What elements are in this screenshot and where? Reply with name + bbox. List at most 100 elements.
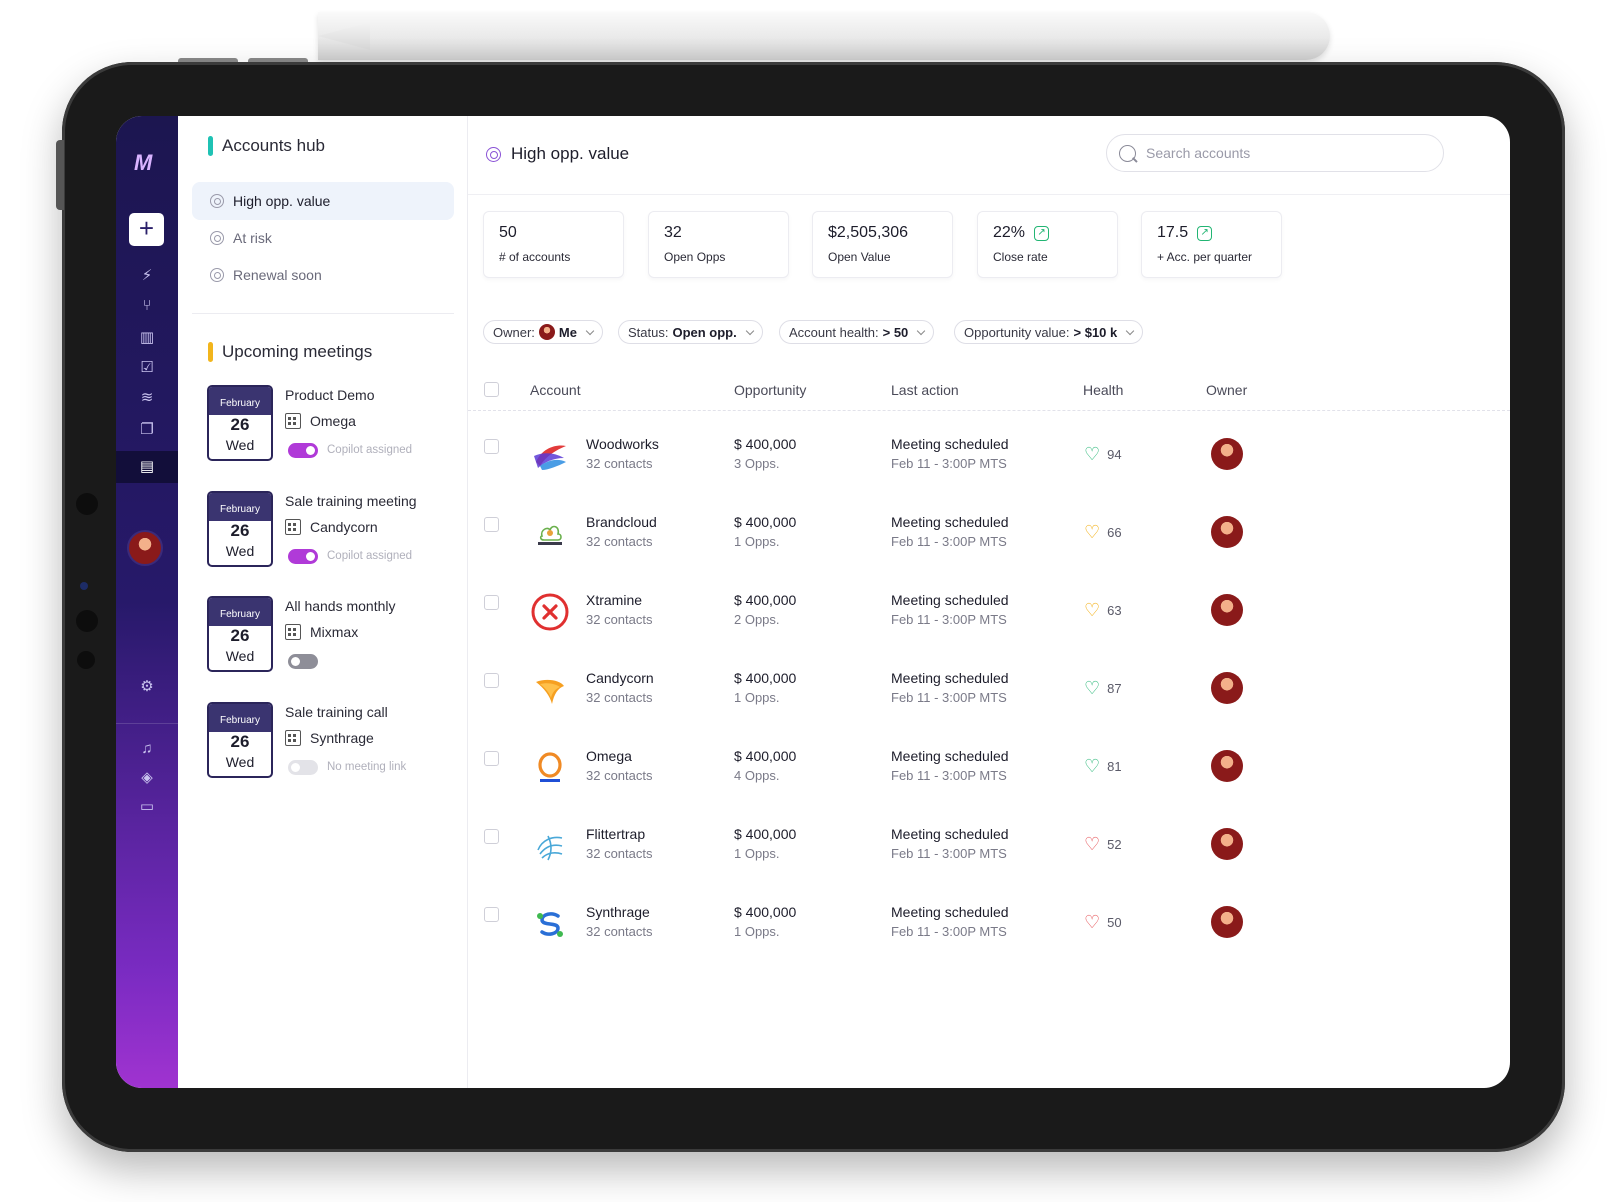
last-action: Meeting scheduled — [891, 904, 1009, 920]
table-row[interactable]: Flittertrap 32 contacts $ 400,000 1 Opps… — [468, 816, 1510, 894]
calendar-date: February 26 Wed — [207, 596, 273, 672]
search-box[interactable] — [1106, 134, 1444, 172]
account-contacts: 32 contacts — [586, 768, 653, 783]
panel-divider — [192, 313, 454, 314]
brandcloud-logo — [538, 525, 562, 545]
accounts-hub-header: Accounts hub — [208, 136, 325, 156]
row-checkbox[interactable] — [484, 439, 499, 454]
chevron-down-icon — [1126, 326, 1135, 335]
branch-icon[interactable]: ⑂ — [137, 296, 157, 316]
search-input[interactable] — [1146, 145, 1416, 161]
column-header-last-action[interactable]: Last action — [891, 382, 959, 398]
row-checkbox[interactable] — [484, 907, 499, 922]
last-action: Meeting scheduled — [891, 514, 1009, 530]
book-icon[interactable]: ▭ — [137, 797, 157, 817]
row-checkbox[interactable] — [484, 595, 499, 610]
account-name[interactable]: Brandcloud — [586, 514, 657, 530]
account-name[interactable]: Woodworks — [586, 436, 659, 452]
heart-icon: ♡ — [1084, 756, 1101, 776]
bell-icon[interactable]: ♫ — [137, 739, 157, 759]
hub-item-at-risk[interactable]: At risk — [192, 219, 454, 257]
filter-opportunity-value[interactable]: Opportunity value: > $10 k — [954, 320, 1144, 344]
meeting-card[interactable]: February 26 Wed All hands monthly Mixmax — [178, 596, 468, 692]
clipboard-icon[interactable]: ☑ — [137, 358, 157, 378]
filter-owner[interactable]: Owner: Me — [483, 320, 603, 344]
nav-rail: M + ⚡ ⑂ ▥ ☑ ≋ ❐ ▤ ⚙ ♫ ◈ ▭ — [116, 116, 178, 1088]
user-avatar[interactable] — [127, 530, 163, 566]
kpi-value: 50 — [499, 224, 517, 241]
owner-avatar[interactable] — [1211, 594, 1243, 626]
select-all-checkbox[interactable] — [484, 382, 499, 397]
app-logo[interactable]: M — [134, 150, 152, 176]
meeting-card[interactable]: February 26 Wed Product Demo Omega Copil… — [178, 385, 468, 481]
account-name[interactable]: Flittertrap — [586, 826, 645, 842]
heart-icon: ♡ — [1084, 678, 1101, 698]
opportunity-value: $ 400,000 — [734, 514, 797, 530]
last-action: Meeting scheduled — [891, 436, 1009, 452]
lightning-icon[interactable]: ⚡ — [137, 266, 157, 286]
row-checkbox[interactable] — [484, 673, 499, 688]
calendar-date: February 26 Wed — [207, 385, 273, 461]
gear-icon[interactable]: ⚙ — [137, 677, 157, 697]
opportunity-value: $ 400,000 — [734, 670, 797, 686]
column-header-health[interactable]: Health — [1083, 382, 1123, 398]
meeting-card[interactable]: February 26 Wed Sale training meeting Ca… — [178, 491, 468, 587]
filter-status[interactable]: Status: Open opp. — [618, 320, 763, 344]
copilot-toggle[interactable] — [288, 549, 318, 564]
owner-avatar[interactable] — [1211, 828, 1243, 860]
calendar-day: 26 — [230, 415, 250, 434]
layers-icon[interactable]: ≋ — [137, 388, 157, 408]
owner-avatar[interactable] — [1211, 750, 1243, 782]
table-row[interactable]: Brandcloud 32 contacts $ 400,000 1 Opps.… — [468, 504, 1510, 582]
opportunity-value: $ 400,000 — [734, 826, 797, 842]
filter-account-health[interactable]: Account health: > 50 — [779, 320, 935, 344]
health-value: 81 — [1107, 758, 1122, 774]
row-checkbox[interactable] — [484, 829, 499, 844]
table-row[interactable]: Omega 32 contacts $ 400,000 4 Opps. Meet… — [468, 738, 1510, 816]
owner-avatar[interactable] — [1211, 906, 1243, 938]
table-row[interactable]: Xtramine 32 contacts $ 400,000 2 Opps. M… — [468, 582, 1510, 660]
column-header-account[interactable]: Account — [530, 382, 581, 398]
account-name[interactable]: Xtramine — [586, 592, 642, 608]
account-name[interactable]: Synthrage — [586, 904, 650, 920]
owner-avatar[interactable] — [1211, 438, 1243, 470]
table-row[interactable]: Candycorn 32 contacts $ 400,000 1 Opps. … — [468, 660, 1510, 738]
chart-icon[interactable]: ▥ — [137, 328, 157, 348]
calendar-month: February — [209, 704, 271, 732]
device-side-button — [56, 140, 64, 210]
account-name[interactable]: Omega — [586, 748, 632, 764]
last-action: Meeting scheduled — [891, 670, 1009, 686]
opportunity-count: 3 Opps. — [734, 456, 780, 471]
copilot-toggle[interactable] — [288, 654, 318, 669]
hub-item-high-opp-value[interactable]: High opp. value — [192, 182, 454, 220]
column-header-opportunity[interactable]: Opportunity — [734, 382, 806, 398]
copilot-toggle[interactable] — [288, 760, 318, 775]
hub-item-renewal-soon[interactable]: Renewal soon — [192, 256, 454, 294]
document-icon[interactable]: ▤ — [137, 457, 157, 477]
table-row[interactable]: Woodworks 32 contacts $ 400,000 3 Opps. … — [468, 426, 1510, 504]
graduation-cap-icon[interactable]: ◈ — [137, 768, 157, 788]
copilot-toggle[interactable] — [288, 443, 318, 458]
copy-icon[interactable]: ❐ — [137, 420, 157, 440]
health-score: ♡ 52 — [1084, 835, 1122, 853]
row-checkbox[interactable] — [484, 751, 499, 766]
last-action-time: Feb 11 - 3:00P MTS — [891, 534, 1007, 549]
filter-label: Opportunity value: — [964, 324, 1070, 340]
chevron-down-icon — [585, 326, 595, 335]
table-row[interactable]: Synthrage 32 contacts $ 400,000 1 Opps. … — [468, 894, 1510, 972]
calendar-day: 26 — [230, 521, 250, 540]
account-name[interactable]: Candycorn — [586, 670, 654, 686]
trend-up-icon: ↗ — [1197, 225, 1213, 241]
column-header-owner[interactable]: Owner — [1206, 382, 1247, 398]
calendar-weekday: Wed — [225, 648, 255, 664]
calendar-weekday: Wed — [225, 754, 255, 770]
owner-avatar[interactable] — [1211, 516, 1243, 548]
chevron-down-icon — [745, 326, 754, 335]
plus-icon[interactable]: + — [129, 213, 164, 246]
owner-avatar[interactable] — [1211, 672, 1243, 704]
meeting-card[interactable]: February 26 Wed Sale training call Synth… — [178, 702, 468, 798]
candycorn-logo — [536, 679, 564, 704]
health-score: ♡ 50 — [1084, 913, 1122, 931]
row-checkbox[interactable] — [484, 517, 499, 532]
search-icon — [1119, 144, 1136, 162]
